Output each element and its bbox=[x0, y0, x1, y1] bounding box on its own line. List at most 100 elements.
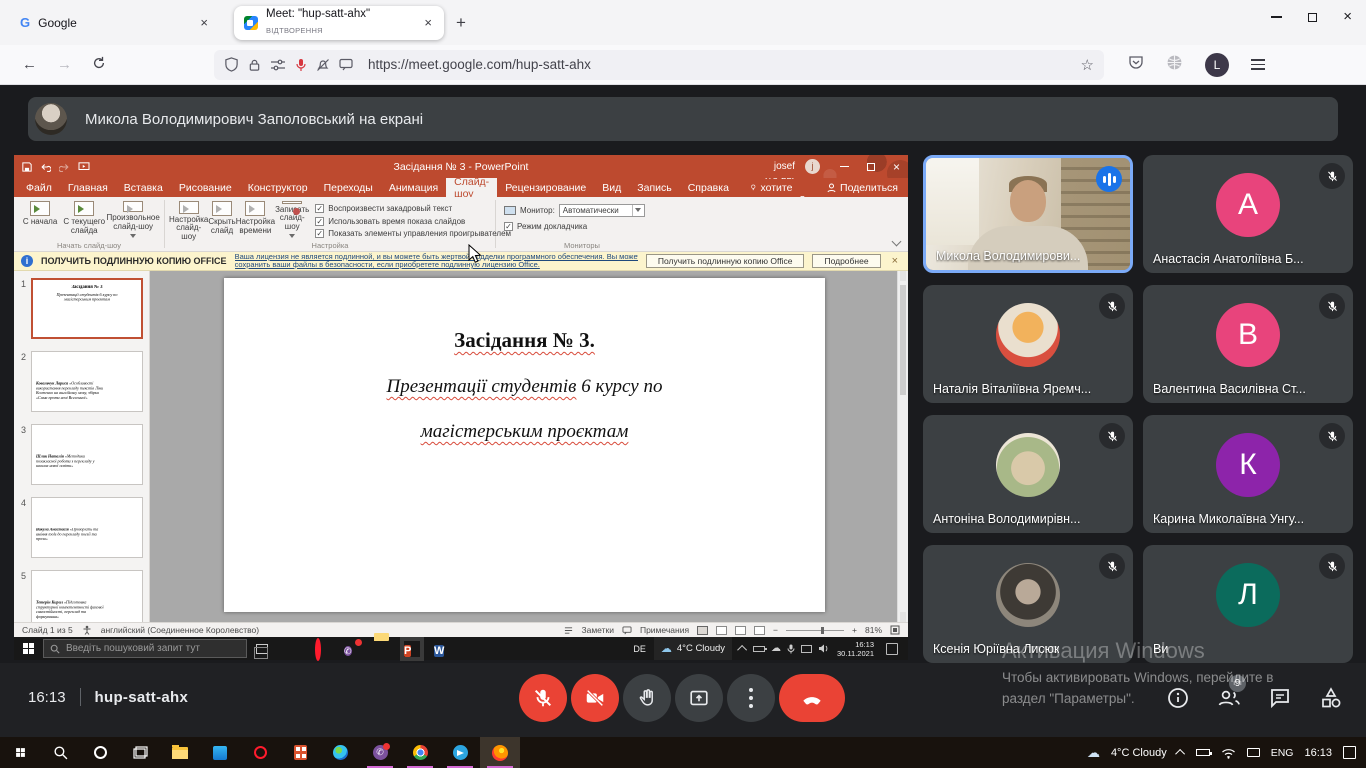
participant-tile[interactable]: Антоніна Володимирівн... bbox=[923, 415, 1133, 533]
present-screen-button[interactable] bbox=[675, 674, 723, 722]
slide-editing-area[interactable]: Засідання № 3. Презентації студентів 6 к… bbox=[150, 271, 908, 622]
permissions-icon[interactable] bbox=[270, 59, 286, 71]
get-genuine-office-button[interactable]: Получить подлинную копию Office bbox=[645, 254, 805, 268]
slide-thumbnail-1[interactable]: 1 Засідання № 3 Презентації студентів 6 … bbox=[16, 278, 143, 339]
checkbox-presenter-view[interactable]: ✓ Режим докладчика bbox=[504, 217, 664, 231]
from-current-slide-button[interactable]: С текущего слайда bbox=[62, 199, 106, 241]
taskbar-search-box[interactable]: Введіть пошуковий запит тут bbox=[43, 639, 247, 658]
comments-button[interactable]: Примечания bbox=[640, 625, 689, 635]
url-text[interactable]: https://meet.google.com/hup-satt-ahx bbox=[368, 57, 1072, 72]
participants-button[interactable]: 9 bbox=[1216, 675, 1246, 711]
record-slideshow-button[interactable]: Записать слайд-шоу bbox=[275, 199, 309, 241]
tab-close-icon[interactable]: × bbox=[422, 15, 434, 30]
leave-call-button[interactable] bbox=[779, 674, 845, 722]
firefox-icon[interactable] bbox=[480, 737, 520, 768]
normal-view-icon[interactable] bbox=[697, 625, 709, 635]
file-explorer-icon[interactable] bbox=[160, 737, 200, 768]
keyboard-language[interactable]: DE bbox=[633, 644, 646, 654]
lock-icon[interactable] bbox=[248, 58, 261, 72]
powerpoint-icon[interactable]: P bbox=[404, 641, 420, 657]
task-view-icon[interactable] bbox=[120, 737, 160, 768]
ppt-share-button[interactable]: Поделиться bbox=[827, 178, 908, 197]
pocket-icon[interactable] bbox=[1128, 54, 1144, 75]
monitor-select[interactable]: Автоматически bbox=[558, 204, 645, 217]
checkbox-show-media-controls[interactable]: ✓ Показать элементы управления проигрыват… bbox=[315, 229, 511, 238]
reload-button[interactable] bbox=[92, 56, 106, 74]
accessibility-icon[interactable] bbox=[82, 625, 92, 635]
slide-scrollbar[interactable] bbox=[897, 271, 908, 622]
display-icon[interactable] bbox=[801, 644, 813, 653]
checkbox-icon[interactable]: ✓ bbox=[315, 229, 325, 238]
movies-app-icon[interactable] bbox=[200, 737, 240, 768]
dismiss-warning-icon[interactable]: × bbox=[889, 255, 901, 267]
participant-tile[interactable]: Наталія Віталіївна Яремч... bbox=[923, 285, 1133, 403]
start-button[interactable] bbox=[14, 643, 43, 654]
zoom-slider[interactable] bbox=[786, 626, 845, 634]
shield-icon[interactable] bbox=[224, 57, 239, 72]
slide-thumbnail-panel[interactable]: 1 Засідання № 3 Презентації студентів 6 … bbox=[14, 271, 150, 622]
onedrive-cloud-icon[interactable]: ☁ bbox=[771, 643, 781, 654]
zoom-out-icon[interactable]: − bbox=[773, 625, 778, 635]
checkbox-icon[interactable]: ✓ bbox=[504, 222, 513, 231]
slideshow-preview-icon[interactable] bbox=[78, 161, 90, 172]
fit-slide-icon[interactable] bbox=[890, 625, 900, 635]
bookmark-star-icon[interactable]: ☆ bbox=[1081, 56, 1094, 74]
slide-sorter-view-icon[interactable] bbox=[716, 625, 728, 635]
url-bar[interactable]: https://meet.google.com/hup-satt-ahx ☆ bbox=[214, 49, 1104, 80]
taskbar-search-icon[interactable] bbox=[40, 737, 80, 768]
microphone-permission-icon[interactable] bbox=[295, 58, 307, 72]
word-icon[interactable]: W bbox=[434, 641, 450, 657]
weather-widget[interactable]: ☁ 4°C Cloudy bbox=[653, 637, 733, 660]
calculator-icon[interactable] bbox=[280, 737, 320, 768]
task-view-icon[interactable] bbox=[254, 643, 268, 659]
minimize-icon[interactable] bbox=[1271, 16, 1283, 18]
profile-avatar[interactable]: L bbox=[1205, 52, 1229, 77]
opera-icon[interactable] bbox=[240, 737, 280, 768]
ppt-close-icon[interactable]: × bbox=[893, 160, 900, 174]
ppt-restore-icon[interactable] bbox=[866, 162, 875, 171]
ppt-tab-file[interactable]: Файл bbox=[18, 178, 60, 197]
touch-keyboard-icon[interactable] bbox=[1246, 748, 1260, 757]
rehearse-timings-button[interactable]: Настройка времени bbox=[236, 199, 275, 241]
new-tab-button[interactable]: + bbox=[456, 13, 466, 33]
ppt-tab-animations[interactable]: Анимация bbox=[381, 178, 446, 197]
collapse-ribbon-icon[interactable] bbox=[891, 236, 902, 247]
tab-google[interactable]: Google G Google × bbox=[10, 6, 220, 40]
opera-icon[interactable] bbox=[314, 637, 330, 661]
notification-center-icon[interactable] bbox=[886, 642, 898, 655]
slide-thumbnail-2[interactable]: 2 Ковальчук Лариса «Особливості використ… bbox=[16, 351, 143, 412]
participant-tile[interactable]: А Анастасія Анатоліївна Б... bbox=[1143, 155, 1353, 273]
save-icon[interactable] bbox=[22, 161, 32, 172]
checkbox-use-timings[interactable]: ✓ Использовать время показа слайдов bbox=[315, 216, 511, 226]
ppt-tab-view[interactable]: Вид bbox=[594, 178, 629, 197]
undo-icon[interactable] bbox=[40, 162, 51, 172]
participant-tile-video[interactable]: Микола Володимирови... bbox=[923, 155, 1133, 273]
mic-off-button[interactable] bbox=[519, 674, 567, 722]
zoom-percent[interactable]: 81% bbox=[865, 625, 882, 635]
slide-thumbnail-5[interactable]: 5 Тетерін Кирил «Підготовка структурної … bbox=[16, 570, 143, 622]
weather-cloud-icon[interactable]: ☁ bbox=[1087, 745, 1100, 761]
tell-me-box[interactable]: Что вы хотите сделать? bbox=[751, 170, 827, 206]
tab-close-icon[interactable]: × bbox=[198, 15, 210, 30]
action-center-icon[interactable] bbox=[1343, 746, 1356, 759]
chat-button[interactable] bbox=[1267, 685, 1293, 711]
chrome-icon[interactable] bbox=[400, 737, 440, 768]
ppt-minimize-icon[interactable] bbox=[839, 165, 849, 168]
start-button[interactable] bbox=[0, 737, 40, 768]
scroll-up-icon[interactable] bbox=[900, 271, 906, 281]
viber-icon[interactable]: ✆ bbox=[360, 737, 400, 768]
slide-counter[interactable]: Слайд 1 из 5 bbox=[22, 625, 73, 635]
ppt-tab-insert[interactable]: Вставка bbox=[116, 178, 171, 197]
file-explorer-icon[interactable] bbox=[374, 641, 390, 657]
battery-icon[interactable] bbox=[1195, 749, 1212, 756]
taskbar-clock[interactable]: 16:13 30.11.2021 bbox=[837, 640, 874, 658]
edge-icon[interactable] bbox=[284, 641, 300, 657]
ppt-tab-review[interactable]: Рецензирование bbox=[497, 178, 594, 197]
checkbox-icon[interactable]: ✓ bbox=[315, 204, 325, 213]
back-button[interactable]: ← bbox=[22, 56, 37, 73]
tray-expand-icon[interactable] bbox=[1174, 748, 1185, 759]
tray-expand-icon[interactable] bbox=[737, 644, 748, 655]
slideshow-view-icon[interactable] bbox=[754, 625, 766, 635]
activities-button[interactable] bbox=[1318, 685, 1344, 711]
ppt-tab-help[interactable]: Справка bbox=[680, 178, 737, 197]
